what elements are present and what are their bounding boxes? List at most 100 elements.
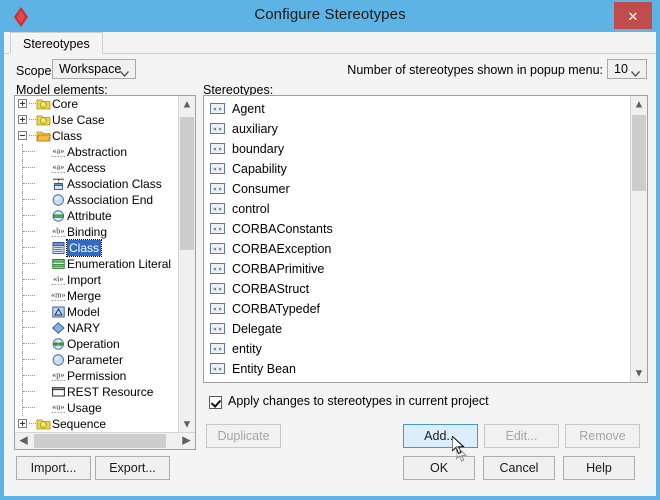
tree-guide-line — [29, 423, 36, 425]
tree-item-binding[interactable]: «b» Binding — [15, 224, 179, 240]
tree-collapse-icon[interactable] — [18, 131, 27, 140]
tree-item-label: REST Resource — [67, 385, 154, 399]
list-item[interactable]: « » Capability — [204, 159, 630, 179]
model-elements-tree[interactable]: Core Use Case Class «a» Abstraction «a» Access… — [15, 96, 179, 433]
remove-button[interactable]: Remove — [565, 424, 640, 448]
apply-changes-label: Apply changes to stereotypes in current … — [228, 394, 489, 408]
stereotype-name: CORBAException — [232, 242, 332, 256]
tree-item-permission[interactable]: «p» Permission — [15, 368, 179, 384]
ok-button[interactable]: OK — [403, 456, 475, 480]
tree-guide-line — [23, 391, 35, 393]
list-item[interactable]: « » CORBAConstants — [204, 219, 630, 239]
scroll-up-arrow[interactable]: ▲ — [631, 96, 647, 113]
tree-item-label: Parameter — [67, 353, 124, 367]
stereotypes-vertical-scrollbar[interactable]: ▲ ▼ — [630, 96, 647, 382]
tree-item-rest-resource[interactable]: REST Resource — [15, 384, 179, 400]
tree-item-enumeration-literal[interactable]: Enumeration Literal — [15, 256, 179, 272]
tree-guide-line — [29, 135, 36, 137]
tree-item-access[interactable]: «a» Access — [15, 160, 179, 176]
tab-stereotypes[interactable]: Stereotypes — [10, 32, 103, 54]
circle-blue-icon — [51, 193, 66, 207]
scroll-up-arrow[interactable]: ▲ — [179, 96, 195, 113]
attribute-icon — [51, 209, 66, 223]
folder-closed-icon — [36, 113, 51, 127]
import-button[interactable]: Import... — [16, 456, 91, 480]
tree-guide-line — [23, 407, 35, 409]
tree-item-label: Class — [52, 129, 83, 143]
tree-guide-line — [23, 311, 35, 313]
tree-item-class[interactable]: Class — [15, 239, 179, 257]
scrollbar-thumb[interactable] — [632, 115, 646, 191]
operation-icon — [51, 337, 66, 351]
tree-item-attribute[interactable]: Attribute — [15, 208, 179, 224]
tree-item-parameter[interactable]: Parameter — [15, 352, 179, 368]
help-button[interactable]: Help — [563, 456, 635, 480]
tree-item-import[interactable]: «i» Import — [15, 272, 179, 288]
tree-item-abstraction[interactable]: «a» Abstraction — [15, 144, 179, 160]
stereotype-a-icon: «a» — [51, 145, 66, 159]
tree-item-association-end[interactable]: Association End — [15, 192, 179, 208]
tree-item-merge[interactable]: «m» Merge — [15, 288, 179, 304]
svg-text:« »: « » — [213, 305, 222, 313]
stereotype-name: boundary — [232, 142, 285, 156]
tree-horizontal-scrollbar[interactable]: ◀ ▶ — [15, 432, 195, 449]
export-button[interactable]: Export... — [95, 456, 170, 480]
list-item[interactable]: « » Consumer — [204, 179, 630, 199]
tree-item-class[interactable]: Class — [15, 128, 179, 144]
tree-item-core[interactable]: Core — [15, 96, 179, 112]
scroll-right-arrow[interactable]: ▶ — [178, 433, 195, 449]
tree-item-usage[interactable]: «u» Usage — [15, 400, 179, 416]
scope-value: Workspace — [59, 62, 122, 76]
list-item[interactable]: « » Agent — [204, 99, 630, 119]
stereotypes-list[interactable]: « » Agent « » auxiliary « » boundary « » Capabi… — [204, 99, 630, 381]
scroll-down-arrow[interactable]: ▼ — [179, 416, 195, 433]
list-item[interactable]: « » boundary — [204, 139, 630, 159]
tree-item-sequence[interactable]: Sequence — [15, 416, 179, 432]
list-item[interactable]: « » CORBATypedef — [204, 299, 630, 319]
configure-stereotypes-window: Configure Stereotypes ✕ Stereotypes Scop… — [0, 0, 660, 500]
tree-item-label: Import — [67, 273, 102, 287]
list-item[interactable]: « » CORBAStruct — [204, 279, 630, 299]
tree-guide-line — [23, 183, 35, 185]
tree-item-model[interactable]: Model — [15, 304, 179, 320]
title-bar: Configure Stereotypes ✕ — [0, 0, 660, 36]
list-item[interactable]: « » CORBAException — [204, 239, 630, 259]
popup-count-dropdown[interactable]: 10 — [607, 59, 647, 79]
model-icon — [51, 305, 66, 319]
tree-item-nary[interactable]: NARY — [15, 320, 179, 336]
tree-guide-line — [23, 151, 35, 153]
close-icon[interactable]: ✕ — [614, 2, 652, 29]
tree-item-label: Use Case — [52, 113, 105, 127]
diamond-blue-icon — [51, 321, 66, 335]
add-button[interactable]: Add... — [403, 424, 478, 448]
list-item[interactable]: « » control — [204, 199, 630, 219]
tree-item-label: Abstraction — [67, 145, 128, 159]
tree-expand-icon[interactable] — [18, 419, 27, 428]
edit-button[interactable]: Edit... — [484, 424, 559, 448]
tree-guide-line — [23, 359, 35, 361]
list-item[interactable]: « » auxiliary — [204, 119, 630, 139]
tree-expand-icon[interactable] — [18, 99, 27, 108]
scroll-left-arrow[interactable]: ◀ — [15, 433, 32, 449]
scrollbar-thumb[interactable] — [34, 434, 166, 448]
cancel-button[interactable]: Cancel — [483, 456, 555, 480]
scroll-down-arrow[interactable]: ▼ — [631, 365, 647, 382]
tree-item-use-case[interactable]: Use Case — [15, 112, 179, 128]
list-item[interactable]: « » entity — [204, 339, 630, 359]
tree-item-label: Permission — [67, 369, 127, 383]
scrollbar-thumb[interactable] — [180, 117, 194, 250]
list-item[interactable]: « » Entity Bean — [204, 359, 630, 379]
tree-item-operation[interactable]: Operation — [15, 336, 179, 352]
tree-expand-icon[interactable] — [18, 115, 27, 124]
checkbox-box[interactable] — [209, 396, 222, 409]
svg-text:« »: « » — [213, 225, 222, 233]
list-item[interactable]: « » Delegate — [204, 319, 630, 339]
duplicate-button[interactable]: Duplicate — [206, 424, 281, 448]
svg-text:«m»: «m» — [51, 291, 66, 300]
scope-dropdown[interactable]: Workspace — [52, 59, 136, 79]
stereotype-name: Delegate — [232, 322, 283, 336]
tree-vertical-scrollbar[interactable]: ▲ ▼ — [178, 96, 195, 433]
stereotype-name: Consumer — [232, 182, 290, 196]
tree-item-association-class[interactable]: Association Class — [15, 176, 179, 192]
list-item[interactable]: « » CORBAPrimitive — [204, 259, 630, 279]
